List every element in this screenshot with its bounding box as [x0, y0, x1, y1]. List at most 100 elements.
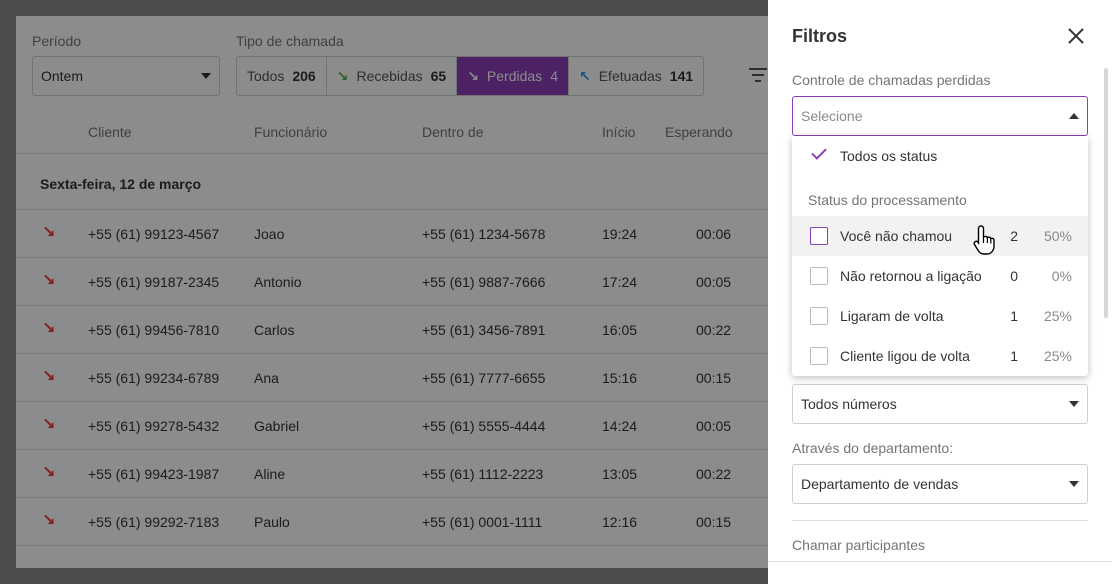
- option-count: 1: [1010, 308, 1018, 324]
- option-percent: 0%: [1051, 268, 1072, 284]
- wait-cell: 00:22: [696, 466, 732, 482]
- call-type-all-button[interactable]: Todos 206: [237, 57, 327, 95]
- call-type-outgoing-button[interactable]: ↖ Efetuadas 141: [569, 57, 703, 95]
- call-type-count: 206: [292, 68, 316, 84]
- employee-cell: Aline: [254, 466, 286, 482]
- call-type-label-text: Efetuadas: [598, 68, 662, 84]
- status-option[interactable]: Cliente ligou de volta 1 25%: [792, 336, 1088, 376]
- status-option[interactable]: Você não chamou 2 50%: [792, 216, 1088, 256]
- numbers-select[interactable]: Todos números: [792, 384, 1088, 424]
- status-option[interactable]: Não retornou a ligação 0 0%: [792, 256, 1088, 296]
- column-header[interactable]: Cliente: [88, 124, 132, 140]
- client-cell: +55 (61) 99456-7810: [88, 322, 220, 338]
- period-value: Ontem: [41, 68, 84, 84]
- period-select[interactable]: Ontem: [32, 56, 220, 96]
- within-cell: +55 (61) 9887-7666: [422, 274, 546, 290]
- within-cell: +55 (61) 1112-2223: [422, 466, 544, 482]
- all-status-option[interactable]: Todos os status: [792, 136, 1088, 176]
- start-cell: 13:05: [602, 466, 638, 482]
- missed-call-icon: ↘: [42, 320, 56, 337]
- within-cell: +55 (61) 3456-7891: [422, 322, 546, 338]
- chevron-up-icon: [1069, 113, 1079, 119]
- checkbox[interactable]: [810, 347, 828, 365]
- column-header[interactable]: Funcionário: [254, 124, 327, 140]
- client-cell: +55 (61) 99292-7183: [88, 514, 220, 530]
- missed-call-icon: ↘: [42, 464, 56, 481]
- start-cell: 19:24: [602, 226, 638, 242]
- call-type-count: 141: [669, 68, 694, 84]
- start-cell: 16:05: [602, 322, 638, 338]
- client-cell: +55 (61) 99187-2345: [88, 274, 220, 290]
- call-type-count: 4: [550, 68, 558, 84]
- checkbox[interactable]: [810, 267, 828, 285]
- client-cell: +55 (61) 99278-5432: [88, 418, 220, 434]
- chevron-down-icon: [1069, 481, 1079, 487]
- call-type-missed-button[interactable]: ↘ Perdidas 4: [457, 57, 569, 95]
- checkbox[interactable]: [810, 307, 828, 325]
- status-option[interactable]: Ligaram de volta 1 25%: [792, 296, 1088, 336]
- panel-title: Filtros: [792, 26, 848, 46]
- status-dropdown-menu: Todos os status Status do processamento …: [792, 136, 1088, 376]
- call-type-label-text: Perdidas: [486, 68, 543, 84]
- within-cell: +55 (61) 1234-5678: [422, 226, 546, 242]
- missed-control-label: Controle de chamadas perdidas: [792, 72, 991, 88]
- start-cell: 15:16: [602, 370, 638, 386]
- employee-cell: Gabriel: [254, 418, 300, 434]
- start-cell: 14:24: [602, 418, 638, 434]
- column-header[interactable]: Dentro de: [422, 124, 483, 140]
- divider: [768, 561, 1112, 562]
- column-header[interactable]: Início: [602, 124, 635, 140]
- call-type-count: 65: [430, 68, 447, 84]
- option-count: 2: [1010, 228, 1018, 244]
- option-label: Cliente ligou de volta: [840, 348, 970, 364]
- department-label: Através do departamento:: [792, 440, 954, 456]
- department-select[interactable]: Departamento de vendas: [792, 464, 1088, 504]
- wait-cell: 00:15: [696, 370, 732, 386]
- scrollbar[interactable]: [1104, 68, 1108, 318]
- wait-cell: 00:15: [696, 514, 732, 530]
- missed-control-select[interactable]: Selecione: [792, 96, 1088, 136]
- option-label: Você não chamou: [840, 228, 953, 244]
- employee-cell: Ana: [254, 370, 279, 386]
- wait-cell: 00:22: [696, 322, 732, 338]
- option-percent: 25%: [1043, 348, 1072, 364]
- option-count: 0: [1010, 268, 1018, 284]
- employee-cell: Antonio: [254, 274, 302, 290]
- chevron-down-icon: [201, 73, 211, 79]
- call-type-label-text: Recebidas: [356, 68, 423, 84]
- client-cell: +55 (61) 99234-6789: [88, 370, 220, 386]
- employee-cell: Joao: [254, 226, 285, 242]
- filters-panel: Filtros Controle de chamadas perdidas Se…: [768, 0, 1112, 584]
- within-cell: +55 (61) 0001-1111: [422, 514, 543, 530]
- start-cell: 12:16: [602, 514, 638, 530]
- call-type-segmented-control: Todos 206 ↘ Recebidas 65 ↘ Perdidas 4 ↖ …: [236, 56, 705, 96]
- filter-icon[interactable]: [748, 68, 768, 86]
- missed-call-icon: ↘: [42, 224, 56, 241]
- period-label: Período: [32, 33, 82, 49]
- call-type-label: Tipo de chamada: [236, 33, 344, 49]
- wait-cell: 00:05: [696, 274, 732, 290]
- missed-call-icon: ↘: [42, 416, 56, 433]
- employee-cell: Paulo: [254, 514, 290, 530]
- employee-cell: Carlos: [254, 322, 295, 338]
- start-cell: 17:24: [602, 274, 638, 290]
- participants-label[interactable]: Chamar participantes: [792, 537, 925, 553]
- column-header[interactable]: Esperando: [665, 124, 733, 140]
- date-group-label: Sexta-feira, 12 de março: [40, 176, 202, 192]
- checkbox[interactable]: [810, 227, 828, 245]
- within-cell: +55 (61) 5555-4444: [422, 418, 546, 434]
- close-icon[interactable]: [1064, 24, 1088, 48]
- client-cell: +55 (61) 99423-1987: [88, 466, 220, 482]
- within-cell: +55 (61) 7777-6655: [422, 370, 546, 386]
- option-label: Todos os status: [840, 148, 938, 164]
- incoming-call-icon: ↘: [336, 67, 349, 84]
- missed-call-icon: ↘: [467, 67, 479, 84]
- outgoing-call-icon: ↖: [578, 67, 591, 84]
- wait-cell: 00:05: [696, 418, 732, 434]
- call-type-incoming-button[interactable]: ↘ Recebidas 65: [327, 57, 458, 95]
- chevron-down-icon: [1069, 401, 1079, 407]
- missed-call-icon: ↘: [42, 512, 56, 529]
- numbers-value: Todos números: [801, 396, 897, 412]
- divider: [792, 520, 1088, 521]
- option-label: Não retornou a ligação: [840, 268, 982, 284]
